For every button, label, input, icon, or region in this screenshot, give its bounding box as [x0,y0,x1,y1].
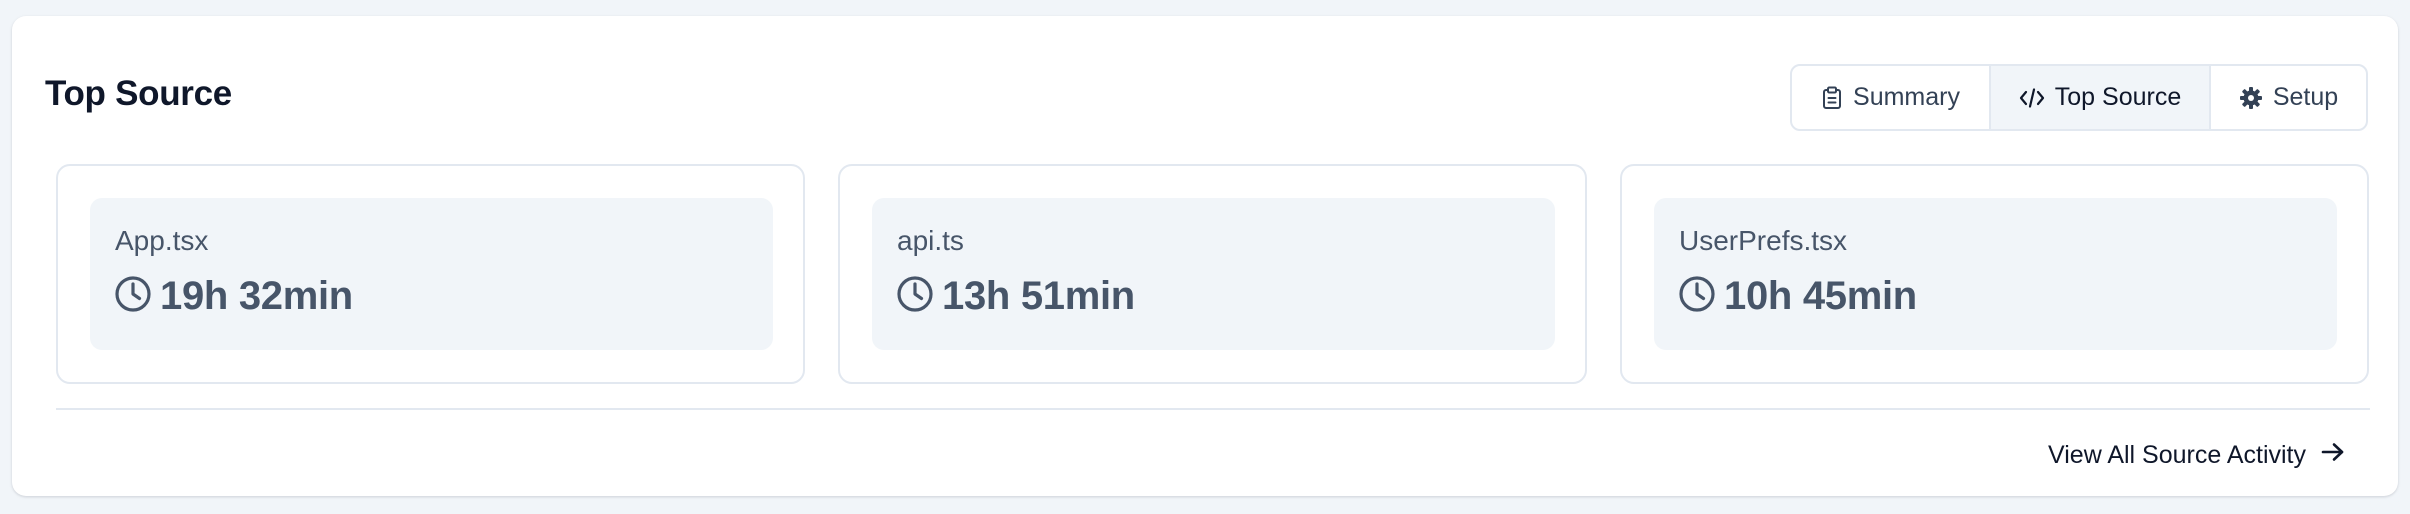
source-duration-row: 13h 51min [896,274,1135,319]
tab-setup[interactable]: Setup [2211,66,2366,129]
card-title: Top Source [45,74,232,113]
clock-icon [114,275,152,318]
tab-summary[interactable]: Summary [1792,66,1991,129]
source-duration-row: 10h 45min [1678,274,1917,319]
source-tile-body: App.tsx 19h 32min [90,198,773,350]
source-tile[interactable]: App.tsx 19h 32min [56,164,805,384]
gear-icon [2239,86,2263,110]
top-source-card: Top Source Summary Top Source Setup App.… [12,16,2398,496]
source-file-name: api.ts [897,225,964,256]
tab-setup-label: Setup [2272,83,2339,111]
view-all-label: View All Source Activity [2048,441,2306,469]
source-file-name: UserPrefs.tsx [1679,225,1848,256]
tab-top-source[interactable]: Top Source [1991,66,2211,129]
view-tabs: Summary Top Source Setup [1790,64,2368,131]
source-tile-body: api.ts 13h 51min [872,198,1555,350]
clock-icon [896,275,934,318]
view-all-source-activity-link[interactable]: View All Source Activity [2048,441,2346,470]
source-tile[interactable]: UserPrefs.tsx 10h 45min [1620,164,2369,384]
source-tile[interactable]: api.ts 13h 51min [838,164,1587,384]
tab-summary-label: Summary [1853,83,1960,111]
source-tile-body: UserPrefs.tsx 10h 45min [1654,198,2337,350]
tab-top-source-label: Top Source [2054,83,2182,111]
clipboard-icon [1821,86,1843,110]
source-duration-row: 19h 32min [114,274,353,319]
clock-icon [1678,275,1716,318]
source-duration: 10h 45min [1724,274,1917,318]
arrow-right-icon [2320,441,2346,470]
source-tiles: App.tsx 19h 32min api.ts 13h 51min UserP… [56,164,2370,384]
source-duration: 13h 51min [942,274,1135,318]
source-file-name: App.tsx [115,225,209,256]
source-duration: 19h 32min [160,274,353,318]
footer-divider [56,408,2370,410]
code-icon [2019,87,2045,109]
